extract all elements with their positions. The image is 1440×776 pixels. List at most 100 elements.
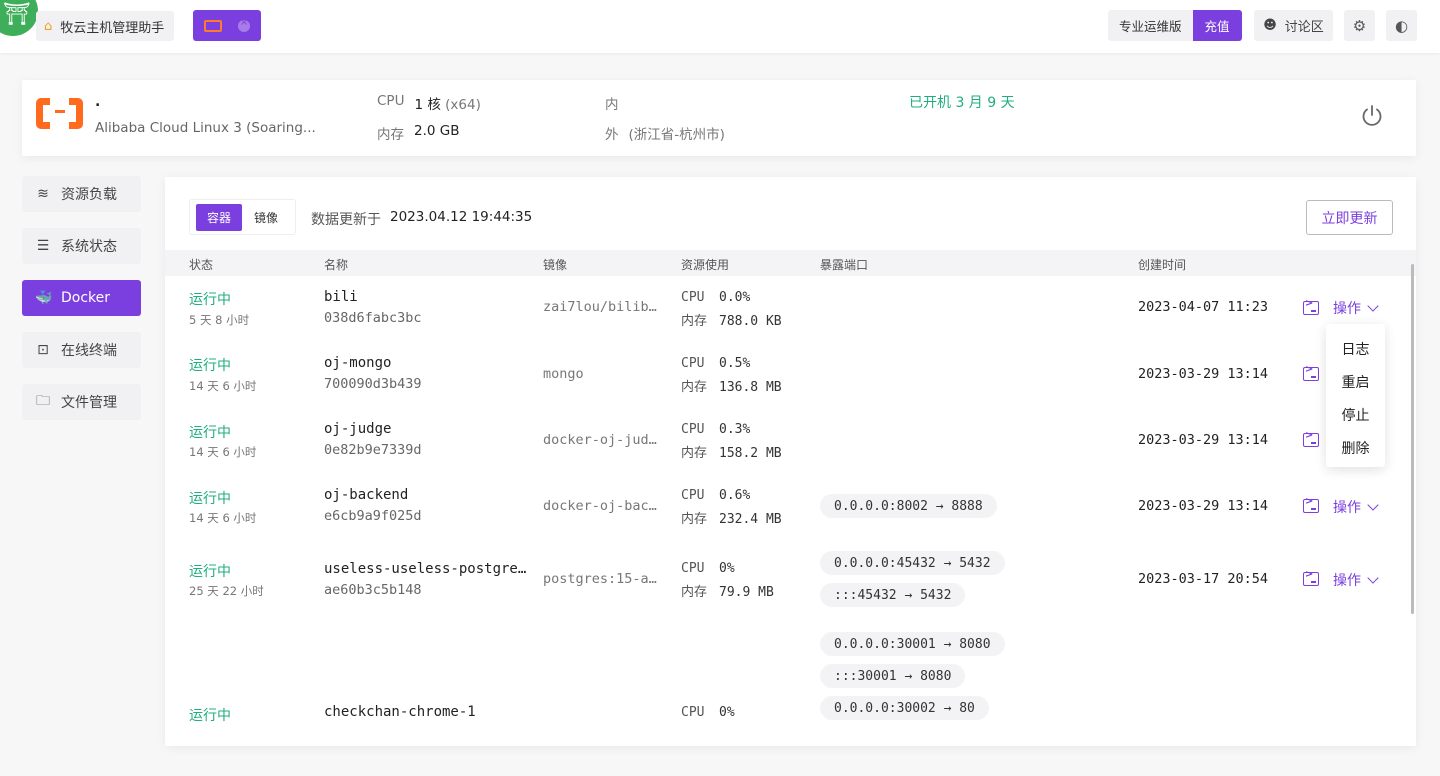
menu-item-logs[interactable]: 日志 [1326,332,1385,365]
mem-usage: 内存 136.8 MB [681,376,782,395]
cpu-usage: CPU 0.3% [681,422,750,437]
status-text: 运行中 [189,491,231,507]
column-header: 创建时间 [1138,258,1187,272]
theme-toggle-button[interactable]: ◐ [1386,10,1417,41]
cpu-label: CPU [681,290,705,305]
container-name: oj-mongo [324,355,392,371]
sidebar-item-files[interactable]: 🗀 文件管理 [22,384,141,420]
port-mapping: :::30001 → 8080 [820,664,966,688]
mem-label: 内存 [681,380,708,395]
port-mapping: 0.0.0.0:30001 → 8080 [820,632,1005,656]
forum-button[interactable]: ☻ 讨论区 [1254,10,1333,41]
sidebar-item-system-status[interactable]: ☰ 系统状态 [22,228,141,264]
cpu-value: 0.0% [719,290,751,305]
uptime-text: 14 天 6 小时 [189,445,257,459]
created-time: 2023-03-17 20:54 [1138,571,1269,587]
status-text: 运行中 [189,358,231,374]
menu-item-stop[interactable]: 停止 [1326,398,1385,431]
inner-ip: 内 [605,93,619,113]
view-switch: 容器 镜像 [189,199,296,235]
container-name: bili [324,289,358,305]
cpu-usage: CPU 0.0% [681,290,750,305]
folder-icon: 🗀 [36,393,50,409]
cpu-info: CPU 1 核 (x64) [377,93,481,113]
tab-containers[interactable]: 容器 [196,203,243,231]
mem-value: 788.0 KB [719,314,782,329]
container-image: postgres:15-a… [543,571,657,587]
cpu-usage: CPU 0% [681,561,735,576]
users-icon: ☻ [1263,18,1277,33]
updated-label: 数据更新于 [311,212,381,228]
power-icon[interactable] [1360,104,1384,128]
terminal-icon[interactable] [1303,496,1319,513]
outer-location: (浙江省-杭州市) [628,127,725,143]
operations-menu[interactable]: 操作 [1333,570,1379,590]
uptime-text: 5 天 8 小时 [189,313,250,327]
container-id: ae60b3c5b148 [324,582,422,598]
container-name: oj-backend [324,487,409,503]
mem-usage: 内存 788.0 KB [681,310,782,329]
cpu-value: 0.6% [719,488,751,503]
operations-menu[interactable]: 操作 [1333,298,1379,318]
container-image: mongo [543,366,584,382]
sidebar-item-label: 系统状态 [61,239,117,255]
contrast-icon: ◐ [1394,16,1409,35]
menu-item-restart[interactable]: 重启 [1326,365,1385,398]
terminal-icon[interactable] [1303,364,1319,381]
settings-button[interactable]: ⚙ [1344,10,1375,41]
server-os: Alibaba Cloud Linux 3 (Soaring... [95,120,316,136]
sidebar-item-label: 在线终端 [61,343,117,359]
column-header: 镜像 [543,258,568,272]
cpu-usage: CPU 0% [681,705,735,720]
column-header: 名称 [324,258,349,272]
server-name: . [95,94,101,110]
container-image: docker-oj-jud… [543,432,657,448]
operations-menu[interactable]: 操作 [1333,497,1379,517]
sidebar-item-label: Docker [61,290,111,306]
cpu-value: 0.3% [719,422,751,437]
recharge-button[interactable]: 充值 [1192,10,1242,41]
menu-item-delete[interactable]: 删除 [1326,431,1385,464]
sidebar-item-terminal[interactable]: ⊡ 在线终端 [22,332,141,368]
created-time: 2023-03-29 13:14 [1138,498,1269,514]
home-icon: ⌂ [44,18,53,34]
cpu-value: 1 核 [414,97,441,113]
cpu-label: CPU [681,356,705,371]
port-mapping: 0.0.0.0:45432 → 5432 [820,551,1005,575]
tab-home[interactable]: ⌂ 牧云主机管理助手 [36,11,175,41]
container-id: 0e82b9e7339d [324,442,422,458]
container-image: docker-oj-bac… [543,498,657,514]
list-icon: ☰ [36,238,50,254]
container-image: zai7lou/bilib… [543,299,657,315]
scrollbar[interactable] [1411,264,1414,614]
status-text: 运行中 [189,292,231,308]
sidebar-item-docker[interactable]: 🐳 Docker [22,280,141,316]
aliyun-logo-icon [36,98,83,129]
cpu-value: 0.5% [719,356,751,371]
updated-time: 2023.04.12 19:44:35 [390,209,533,225]
sidebar-item-resource-load[interactable]: ≋ 资源负载 [22,176,141,212]
close-tab-icon[interactable] [238,17,250,32]
terminal-icon[interactable] [1303,298,1319,315]
pro-edition-button[interactable]: 专业运维版 [1108,10,1193,41]
terminal-icon[interactable] [1303,430,1319,447]
created-time: 2023-04-07 11:23 [1138,299,1269,315]
operations-label: 操作 [1333,573,1361,589]
uptime-text: 14 天 6 小时 [189,379,257,393]
docker-icon: 🐳 [35,290,53,306]
column-header: 状态 [189,258,214,272]
tab-server[interactable] [193,10,261,41]
outer-ip: 外 (浙江省-杭州市) [605,123,725,143]
terminal-icon[interactable] [1303,569,1319,586]
gear-icon: ⚙ [1352,16,1367,35]
refresh-button[interactable]: 立即更新 [1306,200,1393,235]
mem-usage: 内存 79.9 MB [681,581,774,600]
cpu-arch: (x64) [445,97,481,113]
created-time: 2023-03-29 13:14 [1138,432,1269,448]
mem-label: 内存 [681,446,708,461]
status-text: 运行中 [189,425,231,441]
created-time: 2023-03-29 13:14 [1138,366,1269,382]
tab-images[interactable]: 镜像 [246,204,286,231]
layers-icon: ≋ [37,186,49,202]
column-header: 暴露端口 [820,258,869,272]
